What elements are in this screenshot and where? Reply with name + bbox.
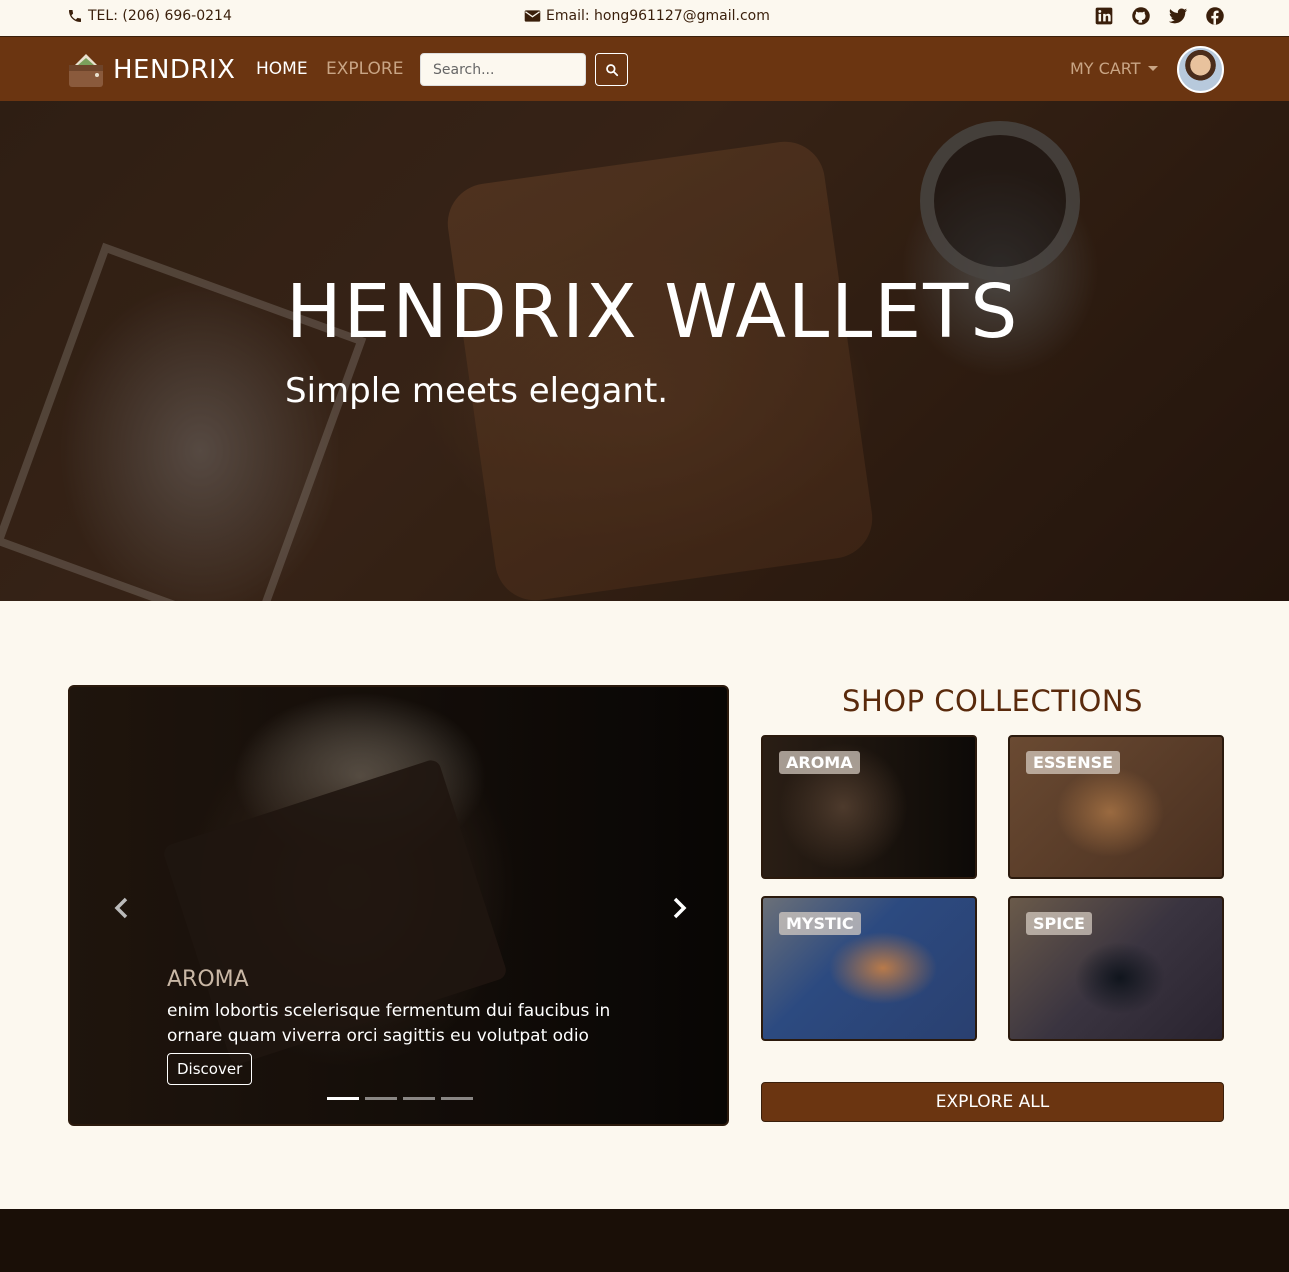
carousel-indicator[interactable] <box>365 1097 397 1100</box>
phone-text: TEL: (206) 696-0214 <box>88 8 232 24</box>
search-button[interactable] <box>595 53 628 86</box>
collection-label: MYSTIC <box>779 912 861 935</box>
cart-label: MY CART <box>1070 59 1141 78</box>
brand-logo-link[interactable]: HENDRIX <box>67 51 236 89</box>
collection-tile-spice[interactable]: SPICE <box>1008 896 1224 1041</box>
envelope-icon <box>524 10 541 22</box>
featured-carousel: AROMA enim lobortis scelerisque fermentu… <box>68 685 729 1126</box>
brand-name: HENDRIX <box>113 55 236 85</box>
footer <box>0 1209 1289 1272</box>
user-avatar[interactable] <box>1177 46 1224 93</box>
carousel-indicators <box>327 1097 473 1100</box>
search-input[interactable] <box>420 53 586 86</box>
nav-link-home[interactable]: HOME <box>256 59 308 79</box>
hero-title: HENDRIX WALLETS <box>286 269 1020 355</box>
collection-label: SPICE <box>1026 912 1092 935</box>
email-contact[interactable]: Email: hong961127@gmail.com <box>524 8 770 24</box>
collection-tile-aroma[interactable]: AROMA <box>761 735 977 879</box>
collection-tile-essense[interactable]: ESSENSE <box>1008 735 1224 879</box>
contact-bar: TEL: (206) 696-0214 Email: hong961127@gm… <box>0 0 1289 36</box>
caret-down-icon <box>1147 66 1158 71</box>
phone-icon <box>69 10 81 22</box>
carousel-indicator[interactable] <box>327 1097 359 1100</box>
carousel-indicator[interactable] <box>441 1097 473 1100</box>
my-cart-dropdown[interactable]: MY CART <box>1070 59 1158 78</box>
wallet-logo-icon <box>69 54 103 87</box>
collection-tile-mystic[interactable]: MYSTIC <box>761 896 977 1041</box>
carousel-next-button[interactable] <box>667 895 693 921</box>
github-icon[interactable] <box>1131 6 1151 26</box>
twitter-icon[interactable] <box>1168 6 1188 26</box>
discover-button[interactable]: Discover <box>167 1053 253 1085</box>
collection-label: AROMA <box>779 751 860 774</box>
shop-collections-title: SHOP COLLECTIONS <box>842 684 1143 718</box>
collection-label: ESSENSE <box>1026 751 1121 774</box>
chevron-right-icon <box>673 897 687 919</box>
linkedin-icon[interactable] <box>1094 6 1114 26</box>
main-navbar: HENDRIX HOME EXPLORE MY CART <box>0 36 1289 101</box>
nav-link-explore[interactable]: EXPLORE <box>326 59 403 79</box>
phone-contact[interactable]: TEL: (206) 696-0214 <box>67 8 232 24</box>
social-links <box>1094 6 1225 26</box>
carousel-caption-title: AROMA <box>167 967 249 992</box>
explore-all-button[interactable]: EXPLORE ALL <box>761 1082 1224 1122</box>
search-icon <box>605 63 618 76</box>
facebook-icon[interactable] <box>1205 6 1225 26</box>
chevron-left-icon <box>114 897 128 919</box>
carousel-prev-button[interactable] <box>108 895 134 921</box>
hero-banner: HENDRIX WALLETS Simple meets elegant. <box>0 101 1289 601</box>
carousel-caption-text: enim lobortis scelerisque fermentum dui … <box>167 1001 611 1046</box>
hero-subtitle: Simple meets elegant. <box>285 371 669 411</box>
email-text: Email: hong961127@gmail.com <box>546 8 770 24</box>
carousel-indicator[interactable] <box>403 1097 435 1100</box>
